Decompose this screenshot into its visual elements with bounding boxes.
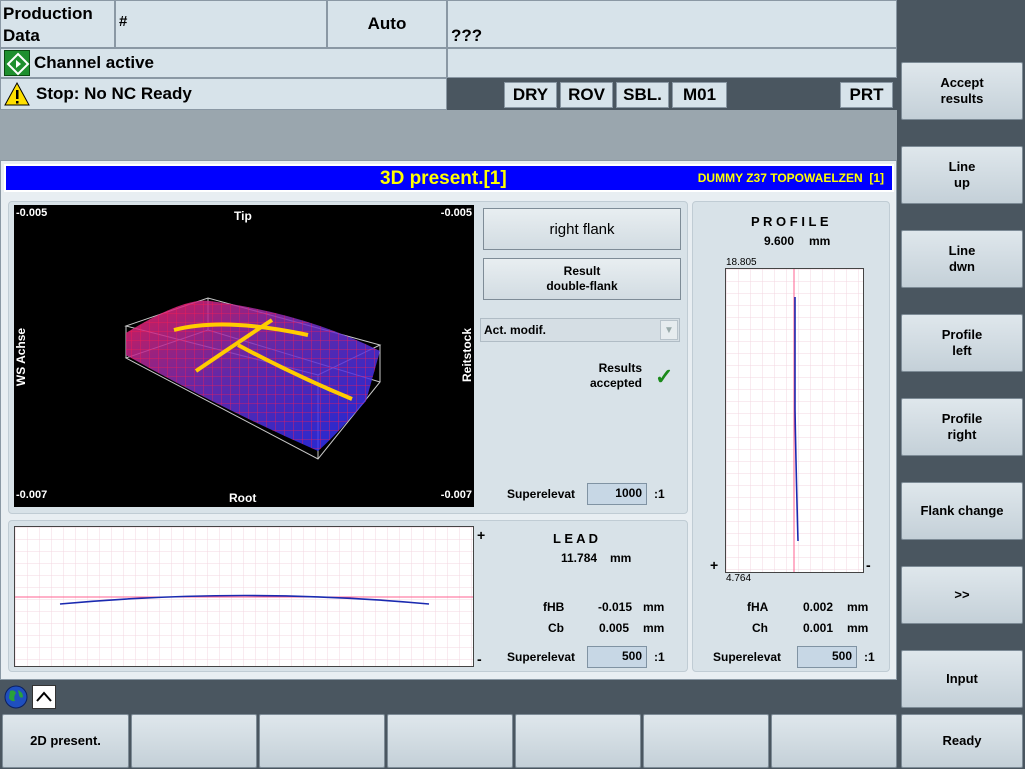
lead-fhb-value: -0.015 [598, 600, 633, 614]
lead-value: 11.784 [561, 551, 598, 565]
warning-icon [4, 81, 30, 107]
softkey-h6[interactable] [643, 714, 769, 768]
lead-superelevat-label: Superelevat [507, 650, 576, 664]
expand-up-icon[interactable] [32, 685, 56, 709]
view3d-bottom-left-value: -0.007 [16, 489, 48, 501]
lead-fhb-unit: mm [643, 600, 665, 614]
softkey-h5[interactable] [515, 714, 641, 768]
softkey-profile-right[interactable]: Profile right [901, 398, 1023, 456]
alarm-row: Stop: No NC Ready [0, 78, 447, 110]
view3d-top-left-value: -0.005 [16, 207, 48, 219]
softkey-line-up[interactable]: Line up [901, 146, 1023, 204]
softkey-flank-change[interactable]: Flank change [901, 482, 1023, 540]
checkmark-icon: ✓ [655, 364, 674, 389]
softkey-h2[interactable] [131, 714, 257, 768]
channel-status-text: Channel active [34, 53, 154, 72]
profile-minus-label: - [866, 557, 871, 573]
softkey-h3[interactable] [259, 714, 385, 768]
channel-active-icon [4, 50, 30, 76]
message-band [0, 110, 897, 160]
view3d-right-axis-label: Reitstock [459, 327, 474, 383]
profile-superelevat-label: Superelevat [713, 650, 782, 664]
view3d-tip-label: Tip [234, 209, 252, 223]
lead-cb-unit: mm [643, 621, 665, 635]
softkey-input[interactable]: Input [901, 650, 1023, 708]
chevron-down-icon[interactable]: ▼ [660, 320, 678, 340]
profile-superelevat-field[interactable]: 500 [797, 646, 857, 668]
lead-fhb-label: fHB [543, 600, 565, 614]
page-subtitle: DUMMY Z37 TOPOWAELZEN [1] [697, 171, 884, 185]
softkey-more[interactable]: >> [901, 566, 1023, 624]
view3d-top-right-value: -0.005 [440, 207, 472, 219]
title-bar: 3D present.[1] DUMMY Z37 TOPOWAELZEN [1] [4, 164, 894, 192]
profile-y-top: 18.805 [726, 257, 757, 268]
channel-status-row: Channel active [0, 48, 447, 78]
lead-plus-label: + [477, 527, 486, 543]
alarm-text: Stop: No NC Ready [36, 84, 192, 103]
profile-curve-graphic [726, 269, 863, 572]
header-prog-name: ??? [447, 0, 897, 48]
page-title: 3D present.[1] [380, 168, 507, 189]
lead-cb-label: Cb [548, 621, 564, 635]
results-accepted-label: Results accepted [589, 361, 642, 390]
lead-unit: mm [610, 551, 632, 565]
view3d-root-label: Root [229, 491, 257, 505]
lead-cb-value: 0.005 [599, 621, 630, 635]
softkey-profile-left[interactable]: Profile left [901, 314, 1023, 372]
lead-curve-graphic [15, 527, 473, 666]
profile-title: P R O F I L E [751, 214, 829, 229]
softkey-ready[interactable]: Ready [901, 714, 1023, 768]
state-m01: M01 [672, 82, 727, 108]
lead-chart [14, 526, 474, 667]
softkey-h4[interactable] [387, 714, 513, 768]
header-program: # [115, 0, 327, 48]
softkey-2d-present[interactable]: 2D present. [2, 714, 129, 768]
modification-select[interactable]: Act. modif. ▼ [480, 318, 680, 342]
softkey-line-down[interactable]: Line dwn [901, 230, 1023, 288]
softkey-h7[interactable] [771, 714, 897, 768]
state-prt: PRT [840, 82, 893, 108]
header-blank-row [447, 48, 897, 78]
profile-value: 9.600 [764, 234, 795, 248]
softkey-accept-results[interactable]: Accept results [901, 62, 1023, 120]
view3d-superelevat-ratio: :1 [654, 487, 665, 501]
lead-superelevat-ratio: :1 [654, 650, 665, 664]
state-rov: ROV [560, 82, 613, 108]
profile-fha-label: fHA [747, 600, 769, 614]
profile-ch-value: 0.001 [803, 621, 834, 635]
profile-y-bottom: 4.764 [726, 573, 752, 584]
view3d-left-axis-label: WS Achse [14, 327, 29, 387]
profile-fha-unit: mm [847, 600, 869, 614]
state-dry: DRY [504, 82, 557, 108]
globe-icon [4, 685, 28, 709]
header-mode: Auto [327, 0, 447, 48]
profile-unit: mm [809, 234, 831, 248]
header-area: Production Data [0, 0, 115, 48]
state-sbl: SBL. [616, 82, 669, 108]
view3d-superelevat-label: Superelevat [507, 487, 576, 501]
profile-plus-label: + [710, 557, 719, 573]
profile-ch-unit: mm [847, 621, 869, 635]
lead-minus-label: - [477, 651, 482, 667]
view3d-superelevat-field[interactable]: 1000 [587, 483, 647, 505]
result-double-flank-button[interactable]: Result double-flank [483, 258, 681, 300]
lead-superelevat-field[interactable]: 500 [587, 646, 647, 668]
view3d-canvas[interactable]: -0.005 -0.005 -0.007 -0.007 Tip Root WS … [14, 205, 474, 507]
lead-title: L E A D [553, 531, 599, 546]
profile-chart [725, 268, 864, 573]
profile-superelevat-ratio: :1 [864, 650, 875, 664]
view3d-bottom-right-value: -0.007 [440, 489, 472, 501]
profile-fha-value: 0.002 [803, 600, 834, 614]
modification-select-value: Act. modif. [484, 323, 546, 337]
right-flank-button[interactable]: right flank [483, 208, 681, 250]
profile-ch-label: Ch [752, 621, 768, 635]
tooth-flank-3d-graphic [124, 297, 382, 460]
